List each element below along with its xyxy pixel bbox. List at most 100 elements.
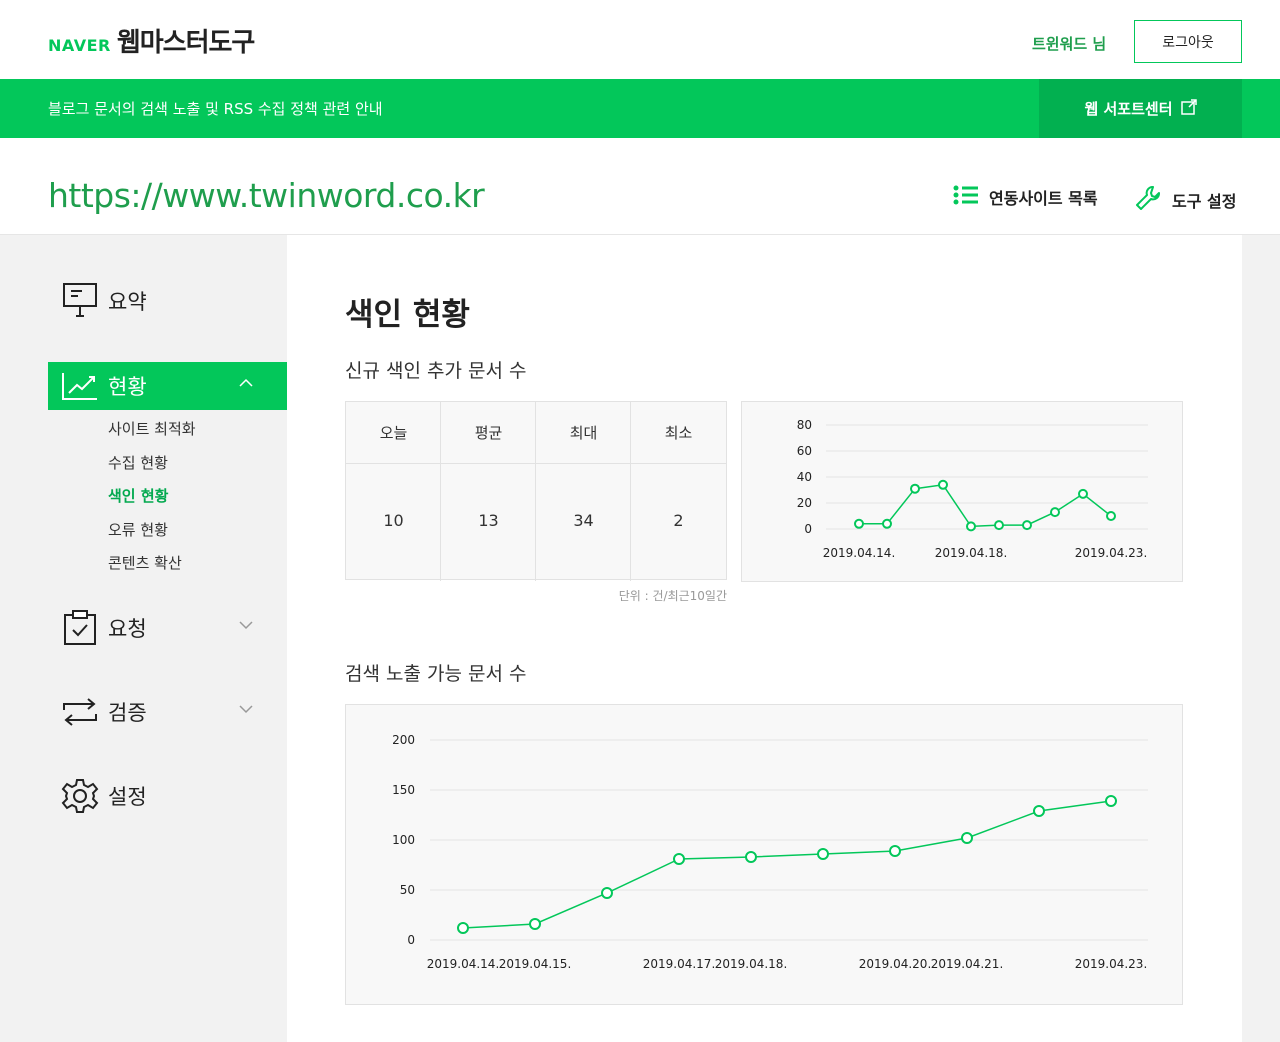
chevron-down-icon <box>239 618 253 634</box>
y-tick-label: 100 <box>392 833 415 847</box>
y-tick-label: 0 <box>804 522 812 536</box>
clipboard-check-icon <box>60 608 100 648</box>
stat-header-today: 오늘 <box>379 424 408 442</box>
swap-arrows-icon <box>60 692 100 732</box>
data-point[interactable] <box>994 520 1004 531</box>
data-point[interactable] <box>966 521 976 532</box>
x-tick-label: 2019.04.18. <box>935 546 1008 560</box>
divider <box>346 463 726 464</box>
x-tick-label: 2019.04.14. <box>823 546 896 560</box>
section-title-new-index: 신규 색인 추가 문서 수 <box>345 360 527 382</box>
user-name[interactable]: 트윈워드 님 <box>1032 33 1106 54</box>
new-index-chart: 0 20 40 60 80 2019.04.14. 2019.04.18. 2019.04.2… <box>741 401 1183 582</box>
y-tick-label: 200 <box>392 733 415 747</box>
data-point[interactable] <box>457 922 469 934</box>
sidebar-subitem-error-status[interactable]: 오류 현황 <box>108 519 168 540</box>
chevron-up-icon <box>239 376 253 392</box>
data-point[interactable] <box>1078 488 1088 499</box>
y-tick-label: 60 <box>797 444 812 458</box>
stat-header-max: 최대 <box>569 424 598 442</box>
tool-settings-label: 도구 설정 <box>1172 192 1237 211</box>
sidebar-subitem-site-optimization[interactable]: 사이트 최적화 <box>108 418 196 439</box>
page-title: 색인 현황 <box>345 297 470 333</box>
sidebar-item-status[interactable]: 현황 <box>48 362 287 410</box>
sidebar-item-verify[interactable]: 검증 <box>48 688 287 736</box>
series-line <box>462 800 1112 929</box>
data-point[interactable] <box>854 518 864 529</box>
searchable-docs-chart: 0 50 100 150 200 2019.04.14. 2019.04.15. 2019.0… <box>345 704 1183 1005</box>
presentation-icon <box>60 281 100 321</box>
x-tick-label: 2019.04.17. <box>643 957 716 971</box>
linked-sites-label: 연동사이트 목록 <box>989 189 1098 208</box>
data-point[interactable] <box>1105 795 1117 807</box>
data-point[interactable] <box>1022 520 1032 531</box>
y-tick-label: 150 <box>392 783 415 797</box>
tool-name: 웹마스터도구 <box>116 28 256 58</box>
stat-table: 오늘 평균 최대 최소 10 13 34 2 <box>345 401 727 581</box>
data-point[interactable] <box>961 832 973 844</box>
section-title-searchable: 검색 노출 가능 문서 수 <box>345 663 527 685</box>
x-tick-label: 2019.04.23. <box>1075 546 1148 560</box>
x-tick-label: 2019.04.20. <box>859 957 932 971</box>
stat-header-average: 평균 <box>474 424 503 442</box>
x-tick-label: 2019.04.21. <box>931 957 1004 971</box>
external-link-icon <box>1180 98 1197 119</box>
x-tick-label: 2019.04.23. <box>1075 957 1148 971</box>
body-area: 요약 현황 사이트 최적화 수집 현황 색인 현황 오류 현황 콘텐츠 확산 요… <box>0 235 1280 1042</box>
sidebar-subitem-content-spread[interactable]: 콘텐츠 확산 <box>108 552 182 573</box>
brand-logo[interactable]: NAVER 웹마스터도구 <box>48 22 256 59</box>
naver-logo: NAVER <box>48 36 111 55</box>
top-bar: NAVER 웹마스터도구 트윈워드 님 로그아웃 <box>0 0 1280 79</box>
site-url[interactable]: https://www.twinword.co.kr <box>48 176 485 215</box>
data-point[interactable] <box>1033 805 1045 817</box>
sidebar-item-request[interactable]: 요청 <box>48 604 287 652</box>
notice-bar: 블로그 문서의 검색 노출 및 RSS 수집 정책 관련 안내 웹 서포트센터 <box>0 79 1280 138</box>
support-center-label: 웹 서포트센터 <box>1084 100 1173 118</box>
data-point[interactable] <box>1050 507 1060 518</box>
main-content: 색인 현황 신규 색인 추가 문서 수 오늘 평균 최대 최소 10 13 34… <box>287 235 1242 1042</box>
x-tick-label: 2019.04.15. <box>499 957 572 971</box>
series-line <box>859 483 1112 528</box>
stat-value-average: 13 <box>478 511 499 530</box>
list-icon <box>953 184 979 210</box>
data-point[interactable] <box>1106 511 1116 521</box>
stat-header-min: 최소 <box>664 424 693 442</box>
sidebar-item-settings[interactable]: 설정 <box>48 772 287 820</box>
y-tick-label: 0 <box>407 933 415 947</box>
sidebar-item-label: 현황 <box>108 375 147 399</box>
sidebar-item-label: 요청 <box>108 617 147 641</box>
sidebar-item-label: 설정 <box>108 785 147 809</box>
trend-chart-icon <box>60 366 100 406</box>
notice-link[interactable]: 블로그 문서의 검색 노출 및 RSS 수집 정책 관련 안내 <box>48 98 383 119</box>
data-point[interactable] <box>601 887 613 899</box>
data-point[interactable] <box>910 483 920 494</box>
searchable-docs-chart-svg: 0 50 100 150 200 2019.04.14. 2019.04.15. 2019.0… <box>392 733 1148 971</box>
sidebar-subitem-index-status[interactable]: 색인 현황 <box>108 485 168 506</box>
data-point[interactable] <box>529 918 541 930</box>
y-tick-label: 80 <box>797 418 812 432</box>
linked-sites-button[interactable]: 연동사이트 목록 <box>953 184 1098 210</box>
chevron-down-icon <box>239 702 253 718</box>
wrench-icon <box>1134 184 1162 216</box>
data-point[interactable] <box>673 853 685 865</box>
sidebar-subitem-crawl-status[interactable]: 수집 현황 <box>108 452 168 473</box>
y-tick-label: 40 <box>797 470 812 484</box>
y-tick-label: 20 <box>797 496 812 510</box>
y-tick-label: 50 <box>400 883 415 897</box>
logout-button[interactable]: 로그아웃 <box>1134 20 1242 63</box>
tool-settings-button[interactable]: 도구 설정 <box>1134 184 1236 216</box>
support-center-button[interactable]: 웹 서포트센터 <box>1039 79 1242 138</box>
site-header: https://www.twinword.co.kr 연동사이트 목록 도구 설… <box>0 138 1280 235</box>
right-gutter <box>1242 235 1280 1042</box>
stat-value-min: 2 <box>673 511 684 530</box>
data-point[interactable] <box>745 851 757 863</box>
sidebar-item-label: 검증 <box>108 701 147 725</box>
data-point[interactable] <box>938 479 948 490</box>
x-tick-label: 2019.04.18. <box>715 957 788 971</box>
data-point[interactable] <box>817 848 829 860</box>
sidebar-item-summary[interactable]: 요약 <box>48 277 287 325</box>
data-point[interactable] <box>889 845 901 857</box>
data-point[interactable] <box>882 518 892 529</box>
stat-value-today: 10 <box>383 511 404 530</box>
sidebar-item-label: 요약 <box>108 290 147 314</box>
